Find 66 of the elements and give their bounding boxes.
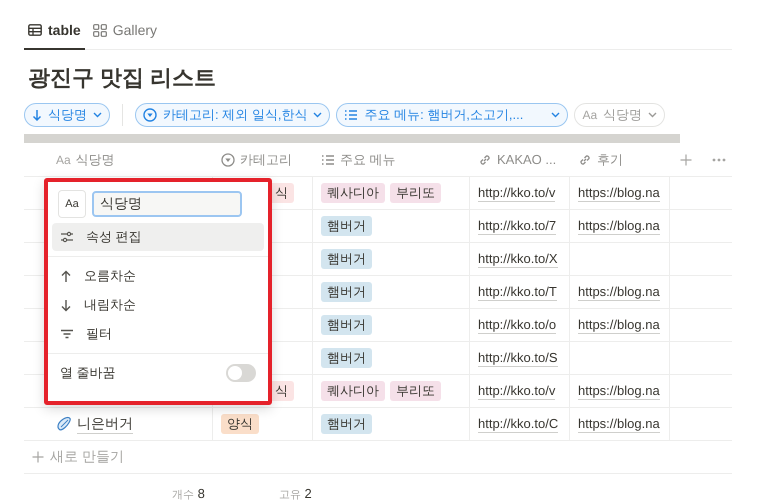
add-column-button[interactable] [680,154,692,166]
calculation-summary[interactable]: 고유 2 [278,486,312,502]
url-link[interactable]: http://kko.to/7 [478,217,556,235]
more-icon[interactable] [712,158,726,162]
horizontal-scrollbar[interactable] [24,134,680,143]
type-button[interactable]: Aa [58,190,86,218]
menu-item[interactable]: 필터 [52,320,264,348]
name-input[interactable]: 식당명 [92,191,242,217]
url-link[interactable]: https://blog.na [578,184,660,202]
chevron-down-icon [648,112,658,118]
filter-chip[interactable]: 카테고리: 제외 일식,한식 [135,103,330,127]
chevron-down-icon [551,112,560,118]
menu-tag: 부리또 [390,183,441,203]
link-icon [478,152,492,166]
wrap-label: 열 줄바꿈 [60,364,116,382]
sliders-icon [60,231,74,243]
text-type-icon: Aa [56,152,71,166]
view-tab[interactable]: table [24,18,85,50]
url-link[interactable]: http://kko.to/X [478,250,558,268]
grid-icon [92,24,107,36]
menu-tag: 부리또 [390,381,441,401]
menu-item[interactable]: 오름차순 [52,262,264,290]
url-link[interactable]: https://blog.na [578,283,660,301]
dropdown-circle-icon [143,108,157,122]
link-icon [578,152,592,166]
filter-icon [60,329,74,339]
dropdown-circle-icon [221,152,235,166]
table-icon [28,24,42,36]
menu-tag: 햄버거 [321,249,372,269]
page-title: 광진구 맛집 리스트 [28,64,218,92]
url-link[interactable]: http://kko.to/C [478,415,558,433]
plus-icon [32,451,44,463]
menu-item[interactable]: 속성 편집 [52,223,264,251]
menu-tag: 햄버거 [321,282,372,302]
menu-item[interactable]: 내림차순 [52,291,264,319]
arrow-down-icon [60,298,72,312]
calculation-summary[interactable]: 개수 8 [172,486,205,502]
chevron-down-icon [313,112,322,118]
capsule-icon [56,416,72,432]
filter-chip[interactable]: 주요 메뉴: 햄버거,소고기,... [336,103,568,127]
list-icon [344,109,358,121]
url-link[interactable]: http://kko.to/v [478,382,556,400]
url-link[interactable]: http://kko.to/o [478,316,556,334]
url-link[interactable]: https://blog.na [578,217,660,235]
url-link[interactable]: https://blog.na [578,415,660,433]
menu-tag: 햄버거 [321,348,372,368]
text-type-icon: Aa [582,108,598,122]
menu-tag: 햄버거 [321,216,372,236]
url-link[interactable]: https://blog.na [578,316,660,334]
list-icon [321,154,335,166]
filter-chip[interactable]: 식당명 [24,103,110,127]
menu-tag: 퀘사디아 [321,183,385,203]
menu-tag: 햄버거 [321,315,372,335]
menu-tag: 햄버거 [321,414,372,434]
arrow-down-icon [32,109,42,121]
url-link[interactable]: http://kko.to/S [478,349,558,367]
chevron-down-icon [93,112,102,118]
url-link[interactable]: http://kko.to/v [478,184,556,202]
toggle-switch[interactable] [226,364,256,382]
url-link[interactable]: http://kko.to/T [478,283,557,301]
url-link[interactable]: https://blog.na [578,382,660,400]
category-tag: 양식 [221,414,259,434]
view-tab[interactable]: Gallery [88,18,162,50]
arrow-up-icon [60,270,72,282]
restaurant-name[interactable]: 니은버거 [77,414,133,434]
menu-tag: 퀘사디아 [321,381,385,401]
